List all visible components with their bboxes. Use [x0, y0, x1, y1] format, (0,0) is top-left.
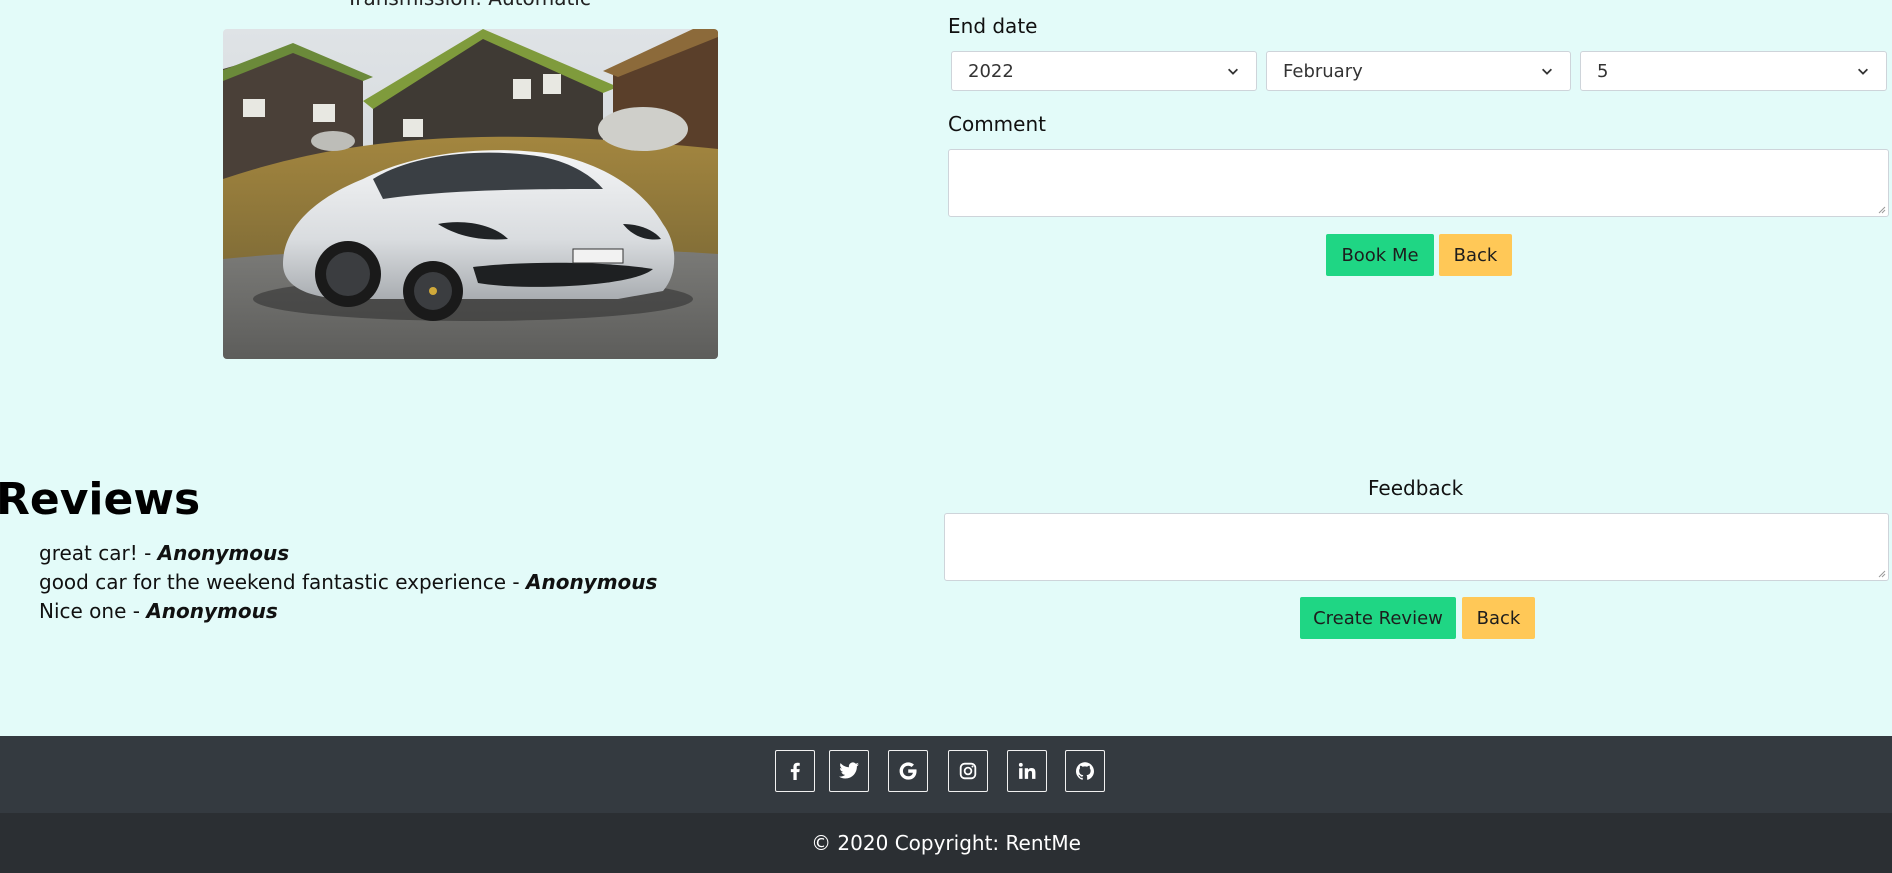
end-month-select[interactable]: February: [1266, 51, 1571, 91]
chevron-down-icon: [1858, 68, 1868, 75]
facebook-link[interactable]: [775, 750, 815, 792]
end-day-select[interactable]: 5: [1580, 51, 1887, 91]
chevron-down-icon: [1542, 68, 1552, 75]
review-author: Anonymous: [525, 570, 658, 594]
booking-back-button[interactable]: Back: [1439, 234, 1512, 276]
instagram-icon: [959, 762, 977, 780]
review-author: Anonymous: [146, 599, 278, 623]
review-text: good car for the weekend fantastic exper…: [39, 570, 526, 594]
feedback-back-button[interactable]: Back: [1462, 597, 1535, 639]
facebook-icon: [790, 762, 800, 780]
linkedin-icon: [1018, 762, 1036, 779]
transmission-caption: Transmission: Automatic: [346, 0, 591, 10]
footer-copyright-bar: © 2020 Copyright: RentMe: [0, 813, 1892, 873]
review-item: Nice one - Anonymous: [39, 599, 278, 623]
copyright-text: © 2020 Copyright: RentMe: [811, 831, 1081, 855]
end-date-label: End date: [948, 14, 1038, 38]
review-item: great car! - Anonymous: [39, 541, 289, 565]
twitter-icon: [839, 762, 859, 779]
car-image: [223, 29, 718, 359]
chevron-down-icon: [1228, 68, 1238, 75]
comment-label: Comment: [948, 112, 1046, 136]
book-me-button[interactable]: Book Me: [1326, 234, 1434, 276]
google-link[interactable]: [888, 750, 928, 792]
github-icon: [1076, 762, 1094, 780]
twitter-link[interactable]: [829, 750, 869, 792]
review-author: Anonymous: [157, 541, 290, 565]
review-text: Nice one -: [39, 599, 147, 623]
feedback-label: Feedback: [1368, 476, 1464, 500]
resize-grip-icon[interactable]: [1876, 568, 1886, 578]
github-link[interactable]: [1065, 750, 1105, 792]
footer-social-bar: [0, 736, 1892, 813]
review-text: great car! -: [39, 541, 158, 565]
comment-textarea[interactable]: [948, 149, 1889, 217]
linkedin-link[interactable]: [1007, 750, 1047, 792]
reviews-heading: Reviews: [0, 474, 201, 525]
end-day-value: 5: [1597, 60, 1609, 82]
google-icon: [899, 762, 917, 780]
resize-grip-icon[interactable]: [1876, 204, 1886, 214]
instagram-link[interactable]: [948, 750, 988, 792]
end-year-select[interactable]: 2022: [951, 51, 1257, 91]
end-year-value: 2022: [968, 60, 1014, 82]
end-month-value: February: [1283, 60, 1363, 82]
feedback-textarea[interactable]: [944, 513, 1889, 581]
create-review-button[interactable]: Create Review: [1300, 597, 1456, 639]
review-item: good car for the weekend fantastic exper…: [39, 570, 657, 594]
